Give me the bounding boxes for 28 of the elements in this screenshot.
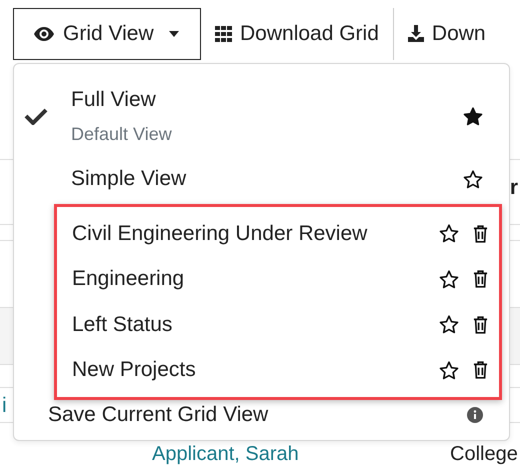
caret-icon [168,30,179,36]
star-icon[interactable] [439,270,459,289]
check-icon [24,107,48,125]
filled-star-icon[interactable] [463,106,483,126]
star-icon[interactable] [439,360,459,380]
star-icon[interactable] [439,224,459,244]
table-cell: College [450,443,518,465]
save-view-item[interactable]: Save Current Grid View [14,400,509,430]
download-icon [408,25,424,42]
grid-icon [215,26,232,42]
trash-icon[interactable] [473,224,488,243]
saved-view-item[interactable]: Left Status [57,302,499,348]
column-header: r [510,176,518,200]
saved-view-item[interactable]: Civil Engineering Under Review [57,211,499,256]
star-icon[interactable] [463,170,483,188]
trash-icon[interactable] [473,270,488,288]
star-icon[interactable] [439,315,459,334]
applicant-link[interactable]: Applicant, Sarah [152,443,299,465]
eye-icon [34,26,54,40]
trash-icon[interactable] [473,316,488,334]
view-menu-item[interactable]: Simple View [14,156,509,202]
info-icon[interactable] [467,407,483,423]
trash-icon[interactable] [473,361,488,380]
grid-view-button[interactable]: Grid View [13,8,201,60]
table-link[interactable]: i [2,394,7,418]
saved-view-item[interactable]: Engineering [57,256,499,302]
saved-view-item[interactable]: New Projects [57,348,499,393]
view-menu-item[interactable]: Full View Default View [14,76,509,156]
